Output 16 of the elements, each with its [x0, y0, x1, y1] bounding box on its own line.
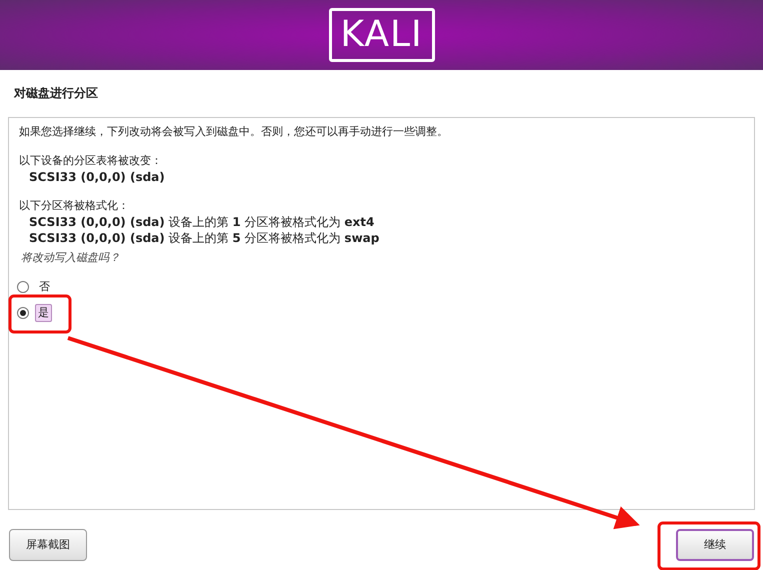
logo-text: KALI	[328, 8, 434, 62]
option-label[interactable]: 是	[35, 304, 52, 322]
partition-item: SCSI33 (0,0,0) (sda) 设备上的第 5 分区将被格式化为 swap	[28, 230, 380, 246]
radio-button[interactable]	[17, 307, 29, 319]
intro-text: 如果您选择继续，下列改动将会被写入到磁盘中。否则，您还可以再手动进行一些调整。	[19, 124, 449, 140]
highlight-frame	[8, 294, 72, 334]
partition-item: SCSI33 (0,0,0) (sda) 设备上的第 1 分区将被格式化为 ext4	[28, 214, 376, 230]
section-label: 以下分区将被格式化：	[19, 198, 130, 214]
option-label[interactable]: 否	[35, 278, 54, 296]
section-label: 以下设备的分区表将被改变：	[19, 153, 163, 169]
question-text: 将改动写入磁盘吗？	[20, 250, 121, 266]
radio-button[interactable]	[17, 281, 29, 293]
partition-item: SCSI33 (0,0,0) (sda)	[28, 169, 166, 185]
page-title: 对磁盘进行分区	[14, 86, 98, 100]
continue-button[interactable]: 继续	[676, 529, 754, 561]
screenshot-button[interactable]: 屏幕截图	[9, 529, 87, 561]
